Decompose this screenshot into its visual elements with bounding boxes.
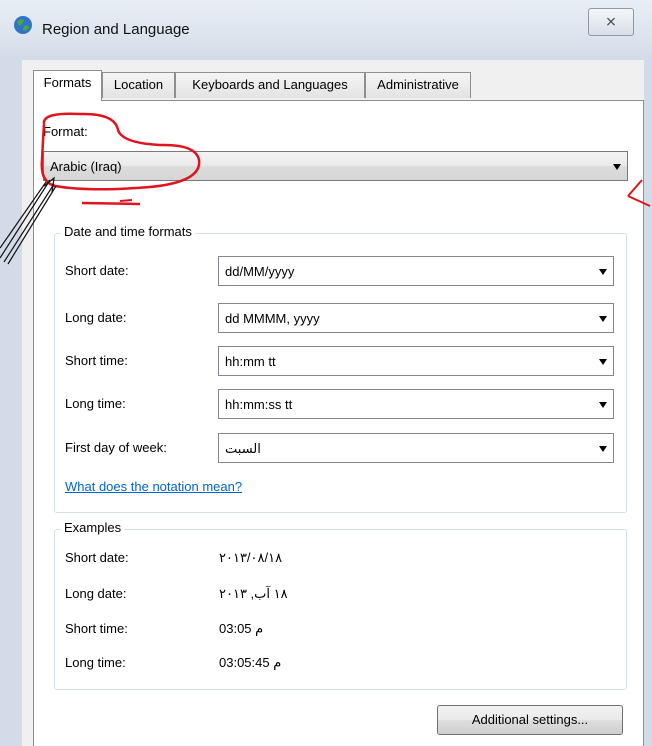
chevron-down-icon (599, 316, 607, 322)
globe-icon (14, 16, 32, 34)
long-time-label: Long time: (65, 396, 126, 411)
long-time-dropdown[interactable]: hh:mm:ss tt (218, 389, 614, 419)
first-day-of-week-dropdown[interactable]: السبت (218, 433, 614, 463)
long-date-dropdown[interactable]: dd MMMM, yyyy (218, 303, 614, 333)
chevron-down-icon (599, 359, 607, 365)
tab-location[interactable]: Location (102, 72, 175, 98)
examples-title: Examples (61, 520, 125, 535)
example-long-date-value: ١٨ آب, ٢٠١٣ (219, 586, 288, 601)
example-long-time-label: Long time: (65, 655, 126, 670)
tab-formats[interactable]: Formats (33, 70, 102, 101)
short-time-dropdown[interactable]: hh:mm tt (218, 346, 614, 376)
long-date-value: dd MMMM, yyyy (225, 311, 320, 326)
tab-keyboards-and-languages[interactable]: Keyboards and Languages (175, 72, 365, 98)
example-long-time-value: 03:05:45 م (219, 655, 282, 670)
short-time-value: hh:mm tt (225, 354, 276, 369)
format-dropdown[interactable]: Arabic (Iraq) (43, 151, 628, 181)
window-title: Region and Language (42, 21, 190, 38)
first-day-of-week-label: First day of week: (65, 440, 167, 455)
chevron-down-icon (613, 164, 621, 170)
format-value: Arabic (Iraq) (50, 159, 122, 174)
chevron-down-icon (599, 446, 607, 452)
example-short-time-label: Short time: (65, 621, 128, 636)
tab-formats-label: Formats (43, 75, 92, 90)
notation-help-link[interactable]: What does the notation mean? (65, 479, 242, 494)
examples-group (54, 529, 627, 690)
first-day-of-week-value: السبت (225, 441, 261, 456)
date-time-formats-title: Date and time formats (61, 224, 195, 239)
tab-location-label: Location (113, 77, 164, 92)
short-date-label: Short date: (65, 263, 129, 278)
short-date-dropdown[interactable]: dd/MM/yyyy (218, 256, 614, 286)
short-date-value: dd/MM/yyyy (225, 264, 295, 279)
example-short-date-label: Short date: (65, 550, 129, 565)
long-date-label: Long date: (65, 310, 127, 325)
tab-administrative-label: Administrative (377, 77, 459, 92)
tab-administrative[interactable]: Administrative (365, 72, 471, 98)
chevron-down-icon (599, 269, 607, 275)
example-short-time-value: 03:05 م (219, 621, 264, 636)
window-frame-left (0, 60, 22, 746)
tab-keyboards-label: Keyboards and Languages (192, 77, 348, 92)
example-short-date-value: ٢٠١٣/٠٨/١٨ (219, 550, 283, 565)
additional-settings-button[interactable]: Additional settings... (437, 705, 623, 735)
example-long-date-label: Long date: (65, 586, 127, 601)
close-button[interactable]: ⨯ (588, 8, 634, 36)
format-label: Format: (43, 124, 88, 139)
short-time-label: Short time: (65, 353, 128, 368)
long-time-value: hh:mm:ss tt (225, 397, 293, 412)
window-frame-right (644, 60, 652, 746)
close-icon: ⨯ (605, 13, 617, 29)
chevron-down-icon (599, 402, 607, 408)
title-bar: Region and Language ⨯ (0, 0, 652, 60)
